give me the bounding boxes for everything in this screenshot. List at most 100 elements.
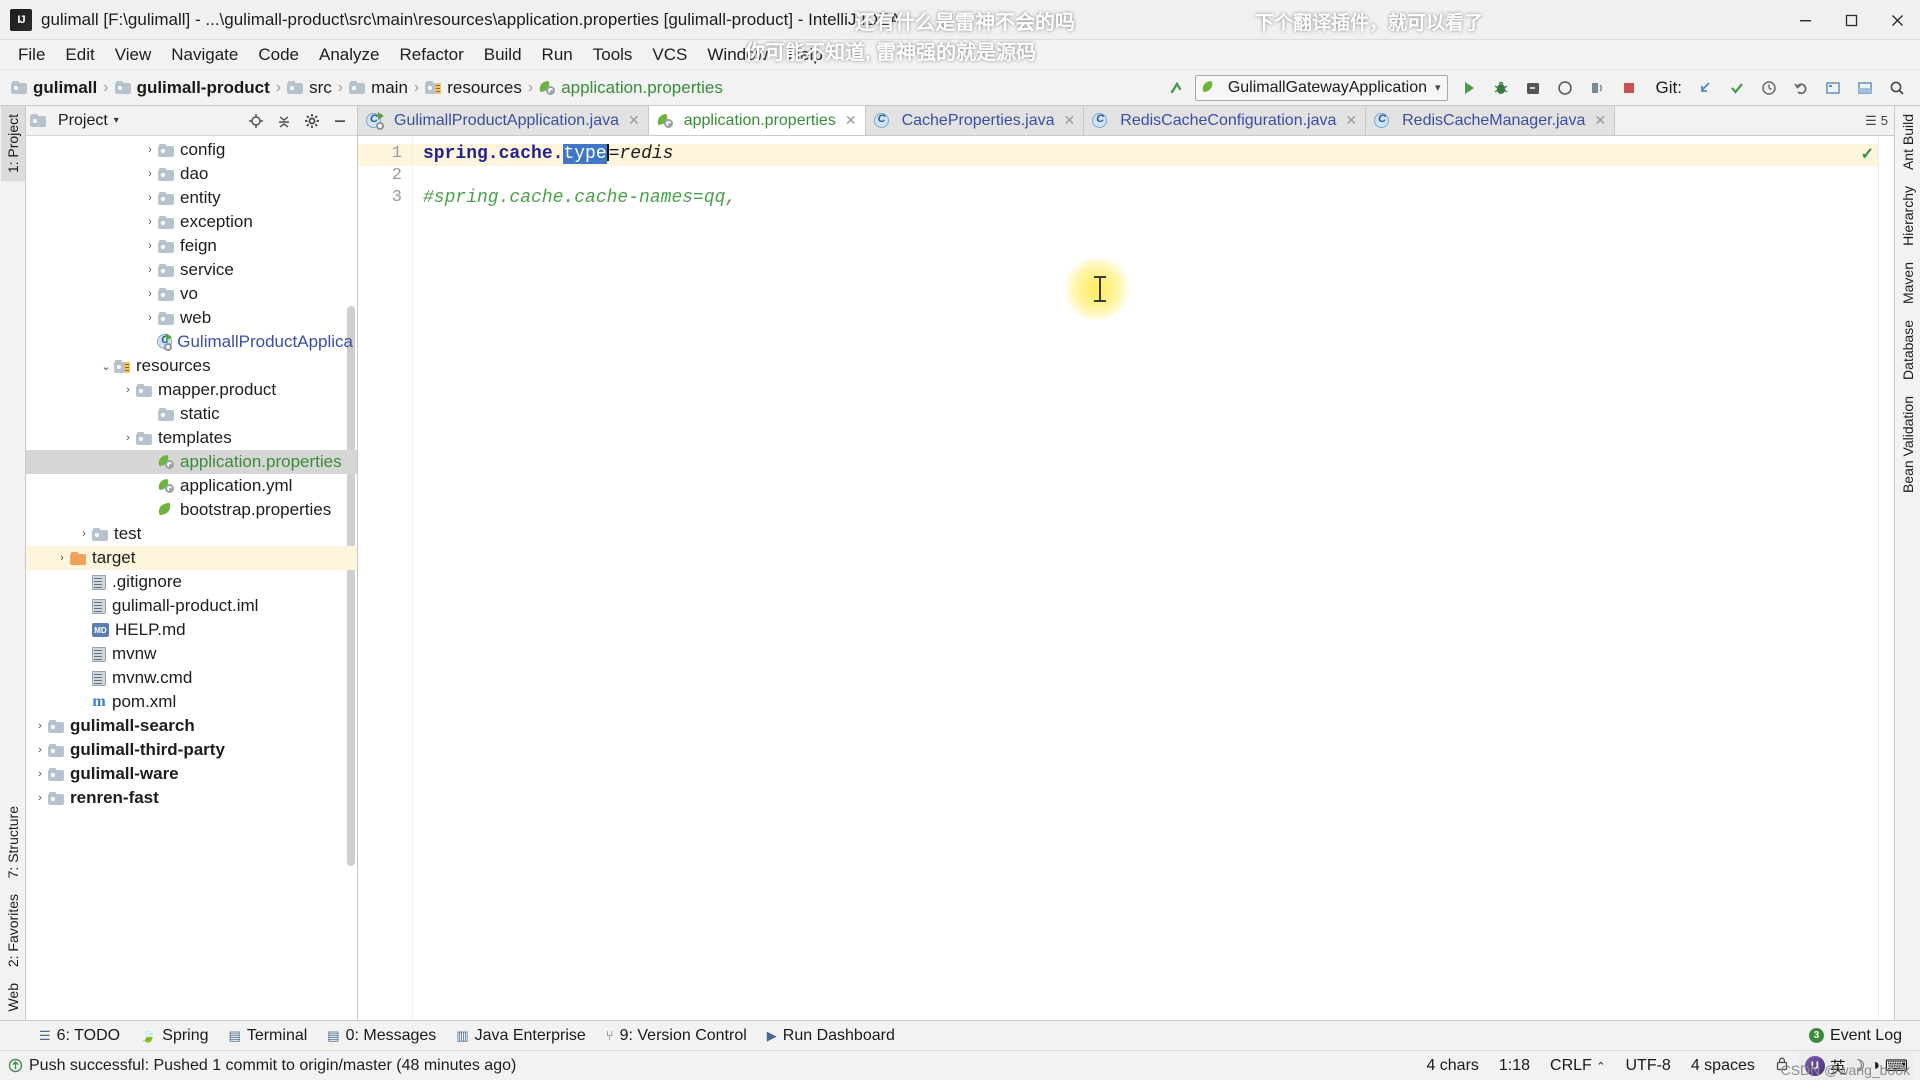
select-in-button[interactable] bbox=[1850, 74, 1880, 102]
tree-row-resources[interactable]: ⌄ resources bbox=[26, 354, 357, 378]
rail-tab-maven[interactable]: Maven bbox=[1896, 254, 1920, 312]
tree-row-gulimall-third-party[interactable]: › gulimall-third-party bbox=[26, 738, 357, 762]
minimize-button[interactable] bbox=[1782, 0, 1828, 40]
attach-profiler-button[interactable] bbox=[1582, 74, 1612, 102]
tree-row-target[interactable]: › target bbox=[26, 546, 357, 570]
tree-expand-arrow[interactable]: › bbox=[142, 216, 158, 228]
tree-row--gitignore[interactable]: .gitignore bbox=[26, 570, 357, 594]
close-icon[interactable]: ✕ bbox=[1064, 112, 1076, 129]
code-editor[interactable]: 1 2 3 spring.cache.type =redis #spring.ca… bbox=[358, 136, 1894, 1020]
settings-button[interactable] bbox=[1818, 74, 1848, 102]
rail-tab-ant-build[interactable]: Ant Build bbox=[1896, 106, 1920, 178]
tool-window-terminal[interactable]: ▤ Terminal bbox=[220, 1024, 317, 1048]
tree-row-gulimall-search[interactable]: › gulimall-search bbox=[26, 714, 357, 738]
tree-row-help-md[interactable]: MD HELP.md bbox=[26, 618, 357, 642]
breadcrumb-application-properties[interactable]: application.properties bbox=[534, 76, 728, 100]
close-icon[interactable]: ✕ bbox=[1345, 112, 1357, 129]
tree-row-test[interactable]: › test bbox=[26, 522, 357, 546]
editor-tab-gulimallproductapplication-java[interactable]: GulimallProductApplication.java ✕ bbox=[358, 106, 649, 135]
menu-refactor[interactable]: Refactor bbox=[389, 41, 473, 69]
menu-tools[interactable]: Tools bbox=[583, 41, 643, 69]
tree-row-gulimall-ware[interactable]: › gulimall-ware bbox=[26, 762, 357, 786]
commit-button[interactable] bbox=[1722, 74, 1752, 102]
tree-expand-arrow[interactable]: › bbox=[142, 144, 158, 156]
rail-tab-web[interactable]: Web bbox=[1, 975, 25, 1020]
tree-row-gulimall-product-iml[interactable]: gulimall-product.iml bbox=[26, 594, 357, 618]
profile-button[interactable] bbox=[1550, 74, 1580, 102]
tree-expand-arrow[interactable]: › bbox=[142, 168, 158, 180]
tree-expand-arrow[interactable]: › bbox=[120, 384, 136, 396]
hide-panel-button[interactable] bbox=[327, 108, 353, 134]
tool-window-6-todo[interactable]: ☰ 6: TODO bbox=[30, 1024, 129, 1048]
chevron-down-icon[interactable]: ▾ bbox=[114, 115, 119, 126]
inspection-status-icon[interactable]: ✓ bbox=[1861, 144, 1874, 164]
run-with-coverage-button[interactable] bbox=[1518, 74, 1548, 102]
tool-window-run-dashboard[interactable]: ▶ Run Dashboard bbox=[758, 1024, 904, 1048]
tree-row-templates[interactable]: › templates bbox=[26, 426, 357, 450]
menu-navigate[interactable]: Navigate bbox=[161, 41, 248, 69]
search-everywhere-icon[interactable] bbox=[1882, 74, 1912, 102]
tree-row-service[interactable]: › service bbox=[26, 258, 357, 282]
tree-expand-arrow[interactable]: › bbox=[32, 720, 48, 732]
rail-tab-favorites[interactable]: 2: Favorites bbox=[1, 886, 25, 975]
tree-row-exception[interactable]: › exception bbox=[26, 210, 357, 234]
tree-expand-arrow[interactable]: › bbox=[142, 240, 158, 252]
rail-tab-bean-validation[interactable]: Bean Validation bbox=[1896, 388, 1920, 501]
editor-tab-cacheproperties-java[interactable]: CacheProperties.java ✕ bbox=[865, 106, 1085, 135]
make-project-button[interactable] bbox=[1163, 74, 1193, 102]
menu-code[interactable]: Code bbox=[248, 41, 309, 69]
collapse-all-button[interactable] bbox=[271, 108, 297, 134]
tree-expand-arrow[interactable]: › bbox=[32, 792, 48, 804]
tree-row-mapper-product[interactable]: › mapper.product bbox=[26, 378, 357, 402]
breadcrumb-resources[interactable]: resources bbox=[420, 76, 527, 100]
caret-position[interactable]: 1:18 bbox=[1489, 1054, 1540, 1078]
maximize-button[interactable] bbox=[1828, 0, 1874, 40]
scroll-from-source-button[interactable] bbox=[243, 108, 269, 134]
menu-run[interactable]: Run bbox=[532, 41, 583, 69]
tree-expand-arrow[interactable]: › bbox=[142, 264, 158, 276]
tree-expand-arrow[interactable]: › bbox=[120, 432, 136, 444]
breadcrumb-main[interactable]: main bbox=[344, 76, 413, 100]
menu-window[interactable]: Window bbox=[697, 41, 777, 69]
editor-tab-rediscacheconfiguration-java[interactable]: RedisCacheConfiguration.java ✕ bbox=[1084, 106, 1367, 135]
tree-expand-arrow[interactable]: › bbox=[76, 528, 92, 540]
tree-expand-arrow[interactable]: ⌄ bbox=[98, 360, 114, 373]
tree-expand-arrow[interactable]: › bbox=[142, 192, 158, 204]
tree-row-mvnw[interactable]: mvnw bbox=[26, 642, 357, 666]
rail-tab-project[interactable]: 1: Project bbox=[0, 106, 25, 182]
project-tree[interactable]: › config › dao › entity › exception › feign › servi… bbox=[26, 136, 357, 1020]
tree-row-application-properties[interactable]: application.properties bbox=[26, 450, 357, 474]
tree-row-feign[interactable]: › feign bbox=[26, 234, 357, 258]
rail-tab-structure[interactable]: 7: Structure bbox=[1, 798, 25, 886]
menu-help[interactable]: Help bbox=[778, 41, 833, 69]
close-icon[interactable]: ✕ bbox=[628, 112, 640, 129]
tool-window-java-enterprise[interactable]: ▥ Java Enterprise bbox=[447, 1024, 594, 1048]
close-icon[interactable]: ✕ bbox=[845, 112, 857, 129]
tree-row-dao[interactable]: › dao bbox=[26, 162, 357, 186]
editor-markup-scrollbar[interactable] bbox=[1878, 136, 1894, 1020]
tree-row-config[interactable]: › config bbox=[26, 138, 357, 162]
code-content[interactable]: spring.cache.type =redis #spring.cache.ca… bbox=[413, 136, 1894, 1020]
tree-row-renren-fast[interactable]: › renren-fast bbox=[26, 786, 357, 810]
stop-button[interactable] bbox=[1614, 74, 1644, 102]
tree-expand-arrow[interactable]: › bbox=[142, 312, 158, 324]
tree-row-bootstrap-properties[interactable]: bootstrap.properties bbox=[26, 498, 357, 522]
rail-tab-hierarchy[interactable]: Hierarchy bbox=[1896, 178, 1920, 254]
tree-expand-arrow[interactable]: › bbox=[32, 768, 48, 780]
code-line-2[interactable] bbox=[413, 166, 1894, 188]
tree-row-static[interactable]: static bbox=[26, 402, 357, 426]
menu-edit[interactable]: Edit bbox=[55, 41, 104, 69]
tool-window-spring[interactable]: 🍃 Spring bbox=[131, 1024, 217, 1048]
menu-build[interactable]: Build bbox=[474, 41, 532, 69]
menu-view[interactable]: View bbox=[105, 41, 162, 69]
tree-row-gulimallproductapplica[interactable]: GulimallProductApplica bbox=[26, 330, 357, 354]
tree-row-web[interactable]: › web bbox=[26, 306, 357, 330]
rollback-button[interactable] bbox=[1786, 74, 1816, 102]
editor-tab-rediscachemanager-java[interactable]: RedisCacheManager.java ✕ bbox=[1366, 106, 1616, 135]
tree-row-vo[interactable]: › vo bbox=[26, 282, 357, 306]
code-line-3[interactable]: #spring.cache.cache-names=qq, bbox=[413, 188, 1894, 210]
gear-icon[interactable] bbox=[299, 108, 325, 134]
tool-window-9-version-control[interactable]: ⑂ 9: Version Control bbox=[597, 1024, 756, 1048]
breadcrumb-src[interactable]: src bbox=[282, 76, 337, 100]
event-log-button[interactable]: 3 Event Log bbox=[1801, 1024, 1910, 1048]
